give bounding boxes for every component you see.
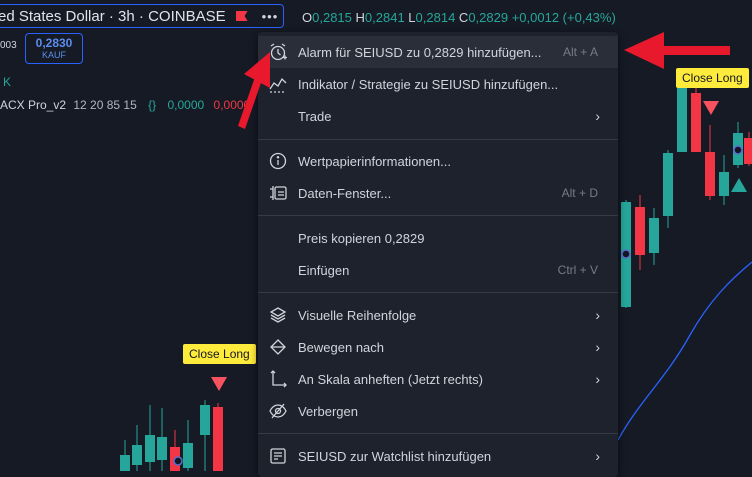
candle-body [157, 437, 167, 460]
candle-body [183, 443, 193, 468]
indicator-legend[interactable]: ACX Pro_v2 12 20 85 15 {} 0,0000 0,0000 [0, 98, 250, 112]
symbol-legend[interactable]: ed States Dollar · 3h · COINBASE ••• [0, 4, 284, 28]
candle-body [132, 445, 142, 465]
chevron-right-icon: › [595, 448, 600, 464]
menu-item-paste[interactable]: Einfügen Ctrl + V [258, 254, 618, 286]
menu-item-trade[interactable]: Trade › [258, 100, 618, 132]
menu-item-label: Bewegen nach [298, 339, 385, 355]
menu-item-move-to[interactable]: Bewegen nach › [258, 331, 618, 363]
menu-item-add-indicator[interactable]: Indikator / Strategie zu SEIUSD hinzufüg… [258, 68, 618, 100]
k-label: K [3, 75, 12, 89]
indicator-name[interactable]: ACX Pro_v2 [0, 98, 66, 112]
side-value: 003 [0, 40, 17, 51]
candle-body [635, 207, 645, 255]
move-icon [258, 337, 298, 357]
close-long-tag: Close Long [676, 68, 749, 88]
indicator-value-red: 0,0000 [213, 98, 251, 112]
buy-button[interactable]: 0,2830 KAUF [25, 33, 83, 64]
eye-off-icon [258, 401, 298, 421]
more-options-icon[interactable]: ••• [262, 9, 279, 24]
ohlc-values: O0,2815 H0,2841 L0,2814 C0,2829 +0,0012 … [302, 10, 616, 25]
candle-body [213, 407, 223, 471]
close-key: C [458, 10, 469, 25]
menu-divider [258, 433, 618, 434]
watchlist-add-icon [258, 446, 298, 466]
source-code-icon[interactable]: {} [148, 98, 156, 112]
menu-item-label: Daten-Fenster... [298, 185, 392, 201]
flag-icon[interactable] [235, 11, 248, 21]
open-key: O [302, 10, 313, 25]
candle-body [719, 172, 729, 196]
menu-item-pin-to-scale[interactable]: An Skala anheften (Jetzt rechts) › [258, 363, 618, 395]
menu-divider [258, 292, 618, 293]
menu-item-symbol-info[interactable]: Wertpapierinformationen... [258, 145, 618, 177]
close-value: 0,2829 [468, 10, 509, 25]
buy-label: KAUF [41, 50, 66, 60]
chevron-right-icon: › [595, 371, 600, 387]
menu-item-label: SEIUSD zur Watchlist hinzufügen [298, 448, 492, 464]
menu-divider [258, 215, 618, 216]
indicator-value-green: 0,0000 [167, 98, 205, 112]
shortcut-label: Alt + A [562, 45, 598, 59]
indicator-dot [621, 249, 631, 259]
data-window-icon [258, 183, 298, 203]
candle-body [677, 88, 687, 152]
candle-body [649, 218, 659, 253]
menu-item-label: Preis kopieren 0,2829 [298, 230, 425, 246]
menu-item-hide[interactable]: Verbergen [258, 395, 618, 427]
low-value: 0,2814 [415, 10, 456, 25]
close-long-tag: Close Long [183, 344, 256, 364]
candle-body [691, 93, 701, 152]
shortcut-label: Alt + D [561, 186, 598, 200]
menu-item-label: Trade [298, 108, 332, 124]
indicator-params: 12 20 85 15 [73, 98, 137, 112]
menu-item-label: Wertpapierinformationen... [298, 153, 451, 169]
chevron-right-icon: › [595, 339, 600, 355]
candle-body [744, 138, 752, 164]
moving-average-line [617, 261, 752, 441]
candle-body [705, 152, 715, 196]
candle-body [663, 153, 673, 216]
menu-item-data-window[interactable]: Daten-Fenster... Alt + D [258, 177, 618, 209]
menu-item-add-watchlist[interactable]: SEIUSD zur Watchlist hinzufügen › [258, 440, 618, 472]
sell-signal-icon [211, 377, 227, 391]
menu-item-label: Visuelle Reihenfolge [298, 307, 417, 323]
layers-icon [258, 305, 298, 325]
change-value: +0,0012 (+0,43%) [511, 10, 616, 25]
buy-signal-icon [731, 178, 747, 192]
menu-item-label: Einfügen [298, 262, 350, 278]
menu-item-add-alert[interactable]: Alarm für SEIUSD zu 0,2829 hinzufügen...… [258, 36, 618, 68]
indicator-dot [173, 456, 183, 466]
info-icon [258, 151, 298, 171]
chevron-right-icon: › [595, 108, 600, 124]
chevron-right-icon: › [595, 307, 600, 323]
context-menu: Alarm für SEIUSD zu 0,2829 hinzufügen...… [258, 32, 618, 477]
sell-signal-icon [703, 101, 719, 115]
high-key: H [355, 10, 365, 25]
high-value: 0,2841 [364, 10, 405, 25]
symbol-title[interactable]: ed States Dollar · 3h · COINBASE [0, 8, 226, 25]
menu-item-label: Verbergen [298, 403, 358, 419]
menu-item-label: Indikator / Strategie zu SEIUSD hinzufüg… [298, 76, 559, 92]
candle-body [200, 405, 210, 435]
candle-body [145, 435, 155, 462]
open-value: 0,2815 [312, 10, 352, 25]
indicator-dot [733, 145, 743, 155]
buy-price: 0,2830 [35, 36, 73, 50]
alarm-clock-icon [258, 42, 298, 62]
candle-body [120, 455, 130, 471]
menu-item-label: Alarm für SEIUSD zu 0,2829 hinzufügen... [298, 44, 542, 60]
menu-item-copy-price[interactable]: Preis kopieren 0,2829 [258, 222, 618, 254]
low-key: L [408, 10, 416, 25]
menu-item-visual-order[interactable]: Visuelle Reihenfolge › [258, 299, 618, 331]
indicator-icon [258, 74, 298, 94]
shortcut-label: Ctrl + V [557, 263, 598, 277]
menu-divider [258, 139, 618, 140]
scale-pin-icon [258, 369, 298, 389]
menu-item-label: An Skala anheften (Jetzt rechts) [298, 371, 483, 387]
